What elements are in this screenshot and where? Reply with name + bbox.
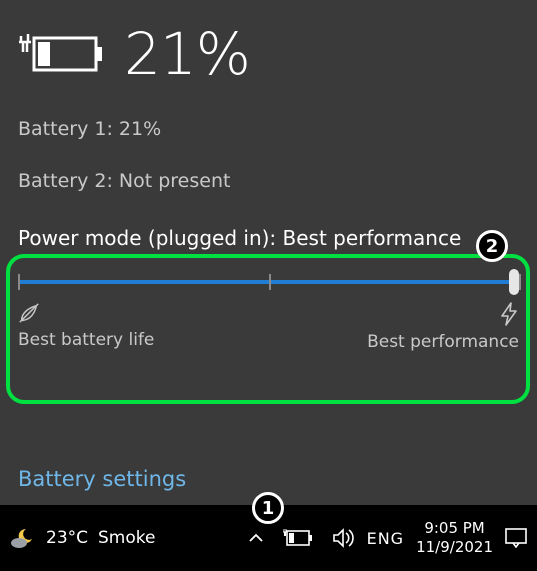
lightning-icon bbox=[499, 302, 519, 326]
power-mode-section: Power mode (plugged in): Best performanc… bbox=[18, 226, 519, 352]
leaf-icon bbox=[18, 302, 40, 324]
slider-label-left: Best battery life bbox=[18, 302, 154, 350]
slider-right-text: Best performance bbox=[367, 332, 519, 352]
slider-tick bbox=[18, 274, 20, 290]
power-mode-slider[interactable] bbox=[18, 270, 519, 294]
battery-percent: 21% bbox=[124, 20, 250, 88]
battery-icon bbox=[283, 529, 313, 547]
action-center-button[interactable] bbox=[505, 518, 527, 558]
volume-icon bbox=[333, 528, 355, 548]
battery-hero: 21% bbox=[18, 20, 519, 88]
slider-label-right: Best performance bbox=[367, 302, 519, 352]
power-mode-label: Power mode (plugged in): Best performanc… bbox=[18, 226, 519, 250]
taskbar: 23°C Smoke bbox=[0, 505, 537, 571]
moon-cloud-icon bbox=[10, 525, 36, 551]
language-indicator: ENG bbox=[367, 529, 404, 548]
tray-overflow-button[interactable] bbox=[248, 518, 264, 558]
tray-language-button[interactable]: ENG bbox=[367, 518, 404, 558]
weather-widget[interactable]: 23°C Smoke bbox=[10, 518, 155, 558]
slider-tick bbox=[269, 274, 271, 290]
chevron-up-icon bbox=[248, 530, 264, 546]
battery-settings-link[interactable]: Battery settings bbox=[18, 467, 519, 491]
tray-clock-button[interactable]: 9:05 PM 11/9/2021 bbox=[416, 518, 493, 558]
battery-flyout: 21% Battery 1: 21% Battery 2: Not presen… bbox=[0, 0, 537, 505]
slider-labels-row: Best battery life Best performance bbox=[18, 302, 519, 352]
tray-battery-button[interactable] bbox=[276, 518, 321, 558]
clock-time: 9:05 PM bbox=[424, 519, 484, 538]
battery-charging-icon bbox=[18, 32, 104, 76]
action-center-icon bbox=[505, 528, 527, 548]
tray-volume-button[interactable] bbox=[333, 518, 355, 558]
system-tray: ENG 9:05 PM 11/9/2021 bbox=[248, 518, 527, 558]
slider-tick bbox=[519, 274, 521, 290]
slider-thumb[interactable] bbox=[509, 269, 519, 295]
weather-temp: 23°C bbox=[46, 528, 88, 548]
weather-condition: Smoke bbox=[98, 528, 155, 548]
battery-2-status: Battery 2: Not present bbox=[18, 170, 519, 192]
clock-date: 11/9/2021 bbox=[416, 538, 493, 557]
battery-1-status: Battery 1: 21% bbox=[18, 118, 519, 140]
slider-left-text: Best battery life bbox=[18, 330, 154, 350]
